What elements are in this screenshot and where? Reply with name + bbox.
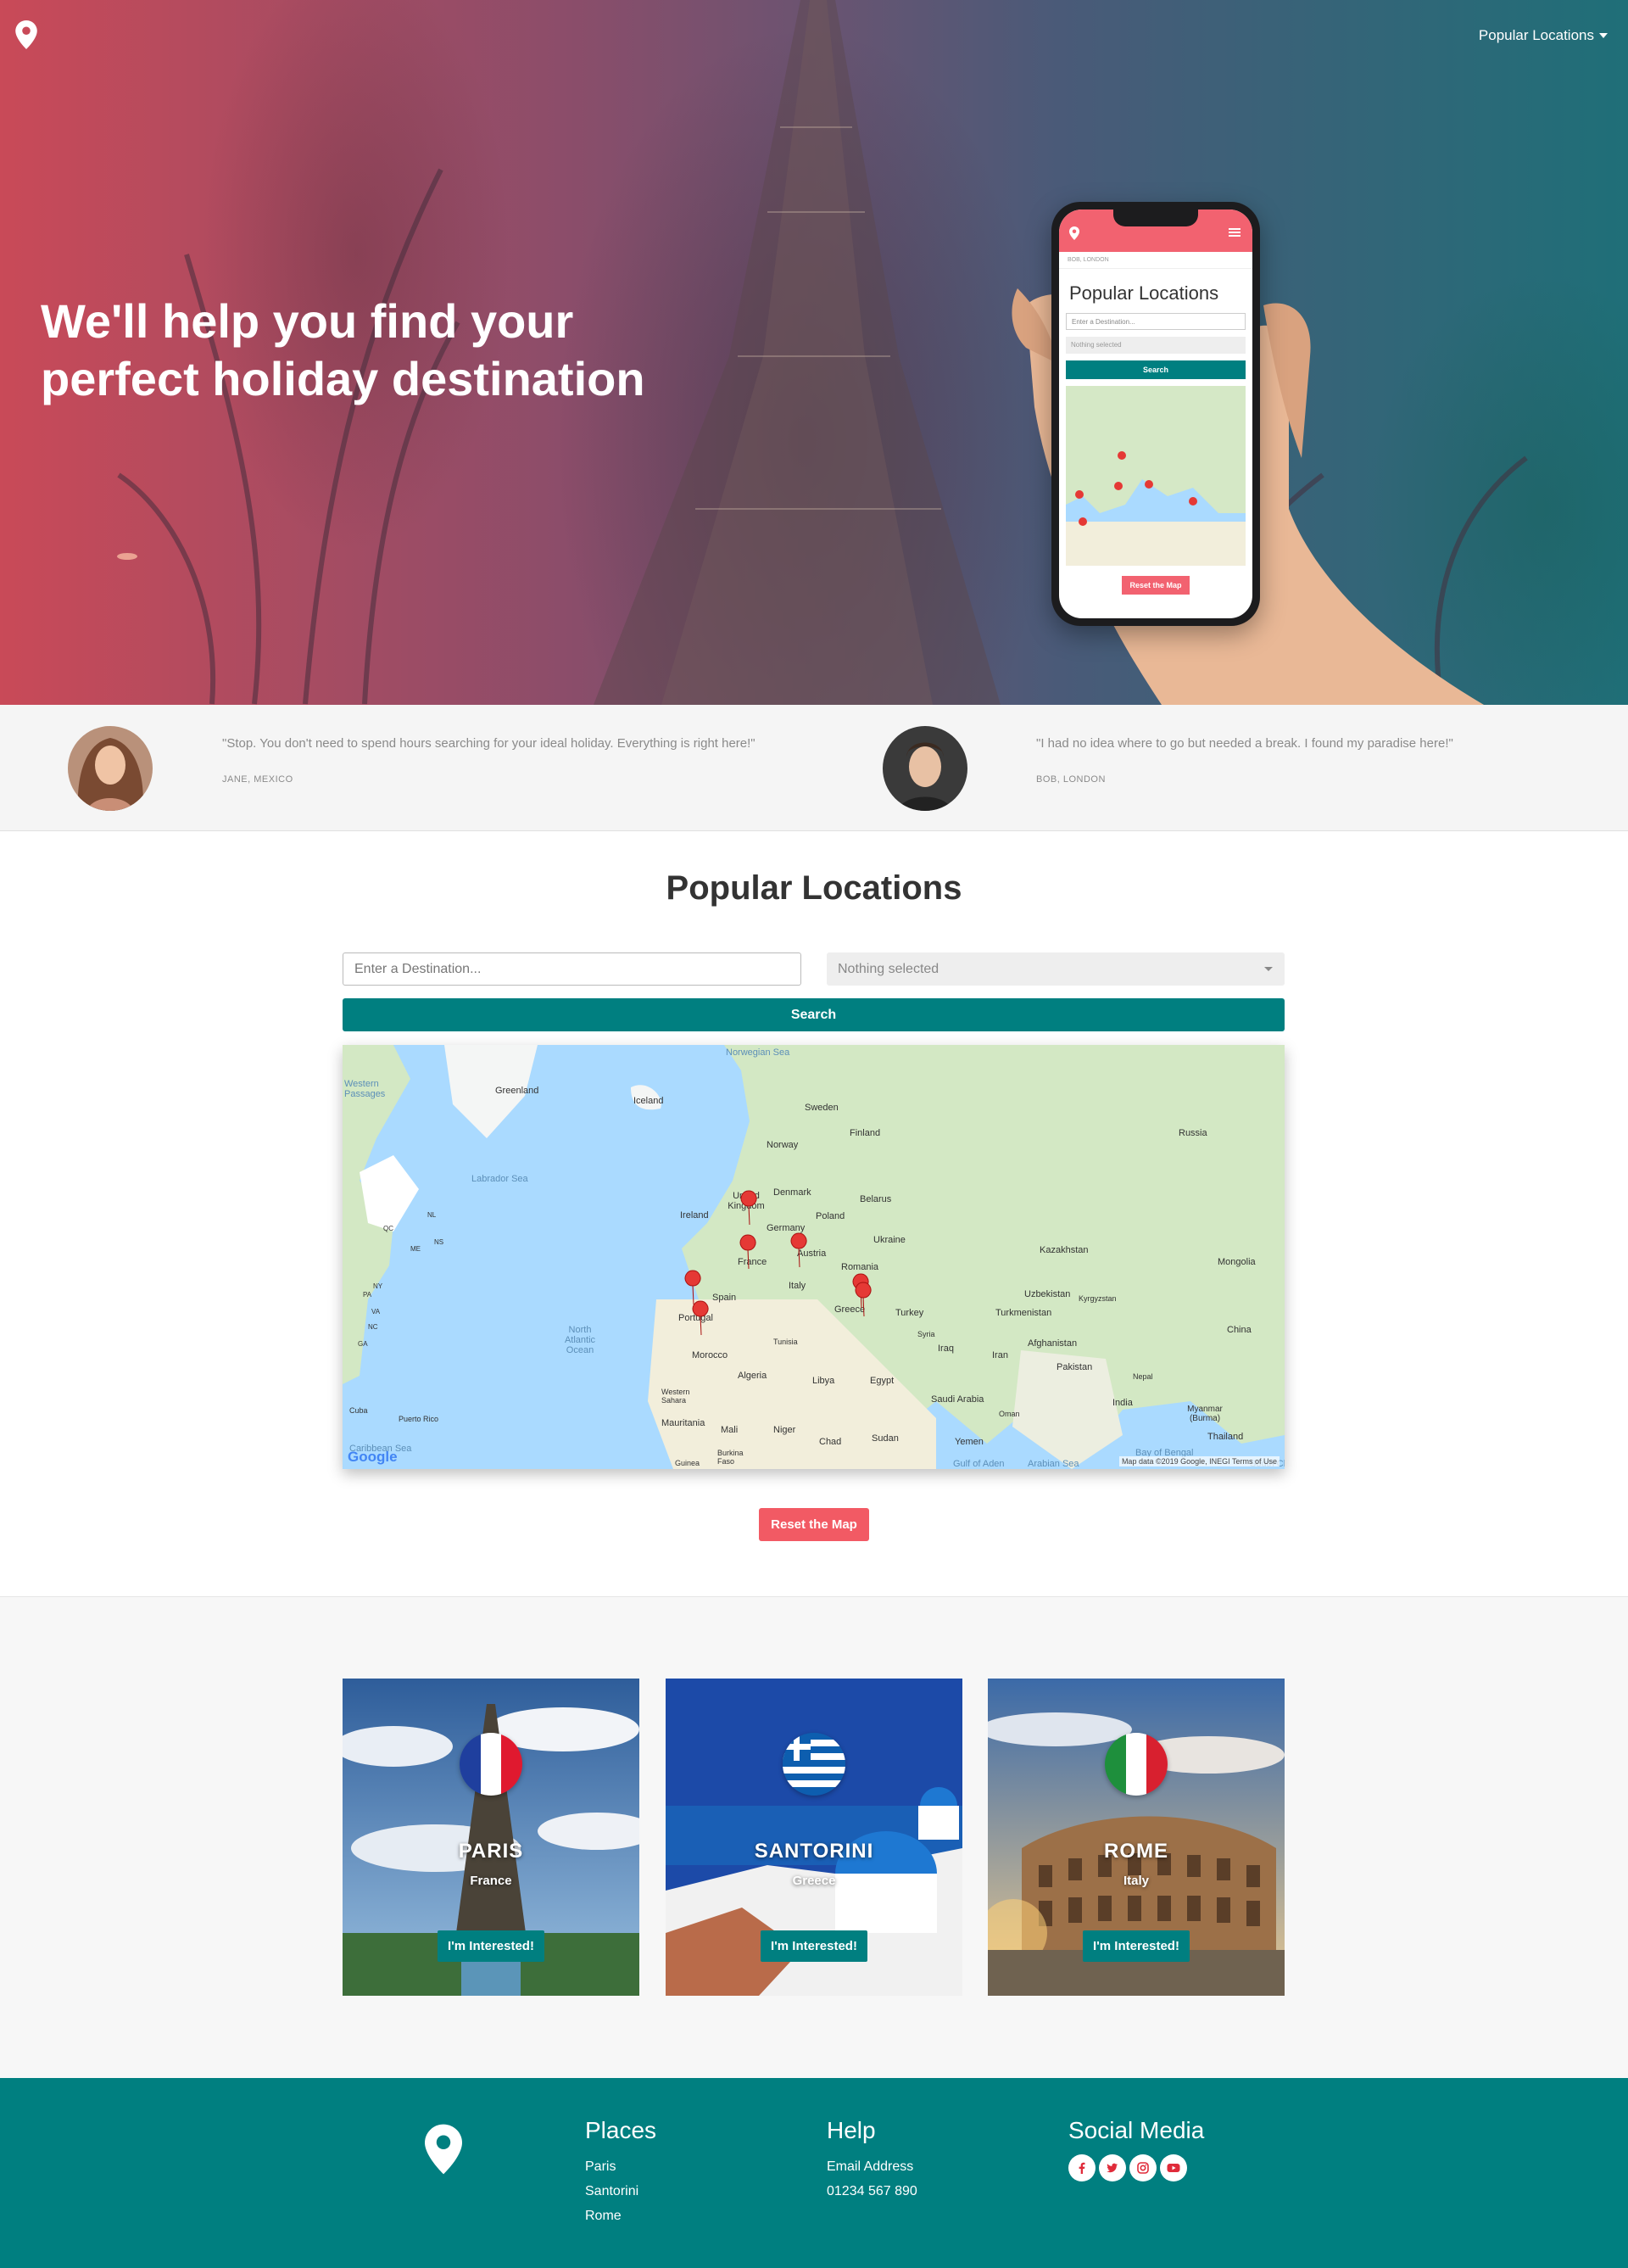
location-pin-icon[interactable] <box>15 20 37 49</box>
avatar-jane <box>68 726 153 811</box>
map-marker-icon <box>790 1232 807 1268</box>
hamburger-menu-icon <box>1229 228 1241 237</box>
france-flag-icon <box>460 1733 522 1796</box>
caret-down-icon <box>1264 967 1273 971</box>
location-pin-icon <box>1069 226 1079 240</box>
youtube-icon[interactable] <box>1160 2154 1187 2181</box>
footer-link-email[interactable]: Email Address <box>827 2154 917 2179</box>
nav-dropdown-popular-locations[interactable]: Popular Locations <box>1479 27 1608 44</box>
hero-title: We'll help you find your perfect holiday… <box>41 294 645 405</box>
footer-link-paris[interactable]: Paris <box>585 2154 656 2179</box>
italy-flag-icon <box>1105 1733 1168 1796</box>
phone-select: Nothing selected <box>1066 337 1246 354</box>
destination-card-paris: PARIS France I'm Interested! <box>343 1679 639 1996</box>
location-pin-icon[interactable] <box>425 2124 462 2175</box>
nav-dropdown-label: Popular Locations <box>1478 27 1594 43</box>
testimonial-quote: "I had no idea where to go but needed a … <box>1036 736 1453 751</box>
phone-mockup: BOB, LONDON Popular Locations Enter a De… <box>1051 202 1260 626</box>
map[interactable]: Norwegian Sea Labrador Sea North Atlanti… <box>343 1045 1285 1469</box>
card-city: ROME <box>1104 1840 1168 1863</box>
testimonial-author: BOB, LONDON <box>1036 774 1106 785</box>
map-marker-icon <box>739 1234 756 1270</box>
card-country: Italy <box>1123 1874 1149 1888</box>
interested-button[interactable]: I'm Interested! <box>761 1930 867 1962</box>
phone-title: Popular Locations <box>1069 282 1219 304</box>
select-label: Nothing selected <box>838 962 939 976</box>
reset-map-button[interactable]: Reset the Map <box>759 1508 869 1541</box>
phone-reset-button: Reset the Map <box>1122 576 1190 595</box>
destination-card-santorini: SANTORINI Greece I'm Interested! <box>666 1679 962 1996</box>
destination-select[interactable]: Nothing selected <box>827 952 1285 986</box>
testimonials: "Stop. You don't need to spend hours sea… <box>0 705 1628 831</box>
phone-quote-author: BOB, LONDON <box>1059 252 1252 269</box>
avatar-bob <box>883 726 967 811</box>
phone-map <box>1066 386 1246 566</box>
map-credit[interactable]: Map data ©2019 Google, INEGI Terms of Us… <box>1118 1456 1280 1466</box>
footer-heading: Help <box>827 2117 876 2143</box>
footer-help: Help Email Address 01234 567 890 <box>827 2117 917 2204</box>
card-city: PARIS <box>458 1840 524 1863</box>
destination-card-rome: ROME Italy I'm Interested! <box>988 1679 1285 1996</box>
footer: Places Paris Santorini Rome Help Email A… <box>0 2078 1628 2268</box>
card-city: SANTORINI <box>754 1840 874 1863</box>
google-logo: Google <box>348 1449 398 1465</box>
instagram-icon[interactable] <box>1129 2154 1157 2181</box>
footer-link-santorini[interactable]: Santorini <box>585 2179 656 2204</box>
caret-down-icon <box>1599 33 1608 38</box>
map-marker-icon <box>740 1190 757 1226</box>
card-country: Greece <box>792 1874 836 1888</box>
map-marker-icon <box>692 1300 709 1336</box>
footer-places: Places Paris Santorini Rome <box>585 2117 656 2228</box>
map-marker-icon <box>855 1282 872 1317</box>
testimonial-author: JANE, MEXICO <box>222 774 293 785</box>
phone-destination-input: Enter a Destination... <box>1066 313 1246 330</box>
footer-link-phone[interactable]: 01234 567 890 <box>827 2179 917 2204</box>
card-country: France <box>470 1874 512 1888</box>
map-marker-icon <box>684 1270 701 1305</box>
footer-social: Social Media <box>1068 2117 1204 2181</box>
search-button[interactable]: Search <box>343 998 1285 1031</box>
phone-search-button: Search <box>1066 360 1246 379</box>
footer-link-rome[interactable]: Rome <box>585 2204 656 2228</box>
interested-button[interactable]: I'm Interested! <box>1083 1930 1190 1962</box>
greece-flag-icon <box>783 1733 845 1796</box>
interested-button[interactable]: I'm Interested! <box>438 1930 544 1962</box>
destination-input[interactable]: Enter a Destination... <box>343 952 801 986</box>
facebook-icon[interactable] <box>1068 2154 1096 2181</box>
testimonial-quote: "Stop. You don't need to spend hours sea… <box>222 736 755 751</box>
footer-heading: Places <box>585 2117 657 2143</box>
twitter-icon[interactable] <box>1099 2154 1126 2181</box>
hero: Popular Locations We'll help you find yo… <box>0 0 1628 705</box>
section-title: Popular Locations <box>666 869 962 907</box>
footer-heading: Social Media <box>1068 2117 1205 2143</box>
